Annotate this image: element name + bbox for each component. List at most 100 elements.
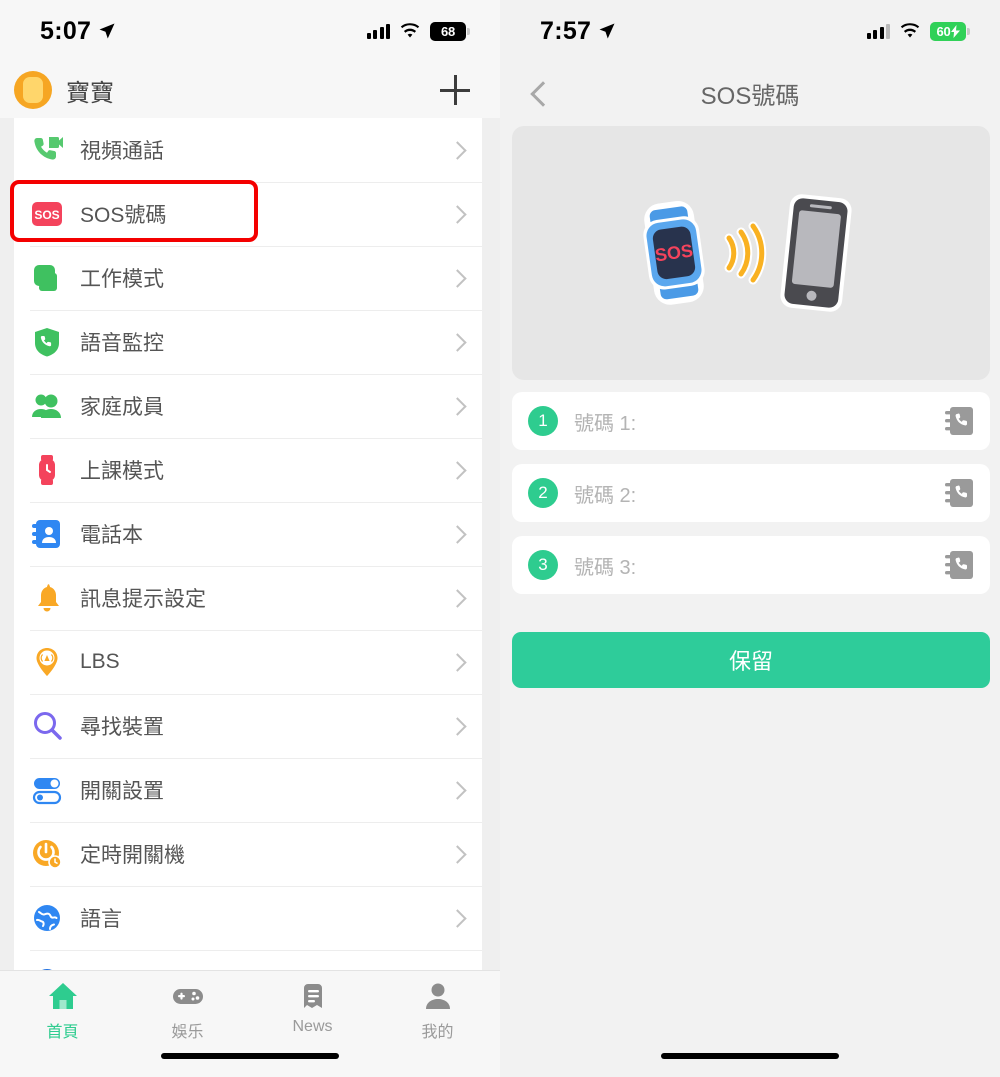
right-phone-screen: 7:57 60 SOS號碼 SOS 1 號碼 1: 2 號碼 2: 3 號碼 3… bbox=[500, 0, 1000, 1077]
class-mode-icon bbox=[30, 453, 64, 487]
menu-item-label: 電話本 bbox=[80, 524, 143, 547]
menu-item-label: 工作模式 bbox=[80, 268, 164, 291]
cellular-signal-icon bbox=[866, 23, 890, 39]
tab-entertainment[interactable]: 娛乐 bbox=[125, 981, 250, 1042]
menu-item-language[interactable]: 語言 bbox=[14, 886, 482, 950]
status-left: 7:57 bbox=[540, 17, 616, 46]
home-icon bbox=[47, 981, 79, 1011]
location-arrow-icon bbox=[99, 23, 115, 39]
menu-item-label: 開關設置 bbox=[80, 780, 164, 803]
menu-item-lbs[interactable]: LBS bbox=[14, 630, 482, 694]
number-placeholder: 號碼 2: bbox=[574, 484, 637, 507]
tab-label: 我的 bbox=[421, 1024, 454, 1041]
chevron-right-icon bbox=[448, 588, 467, 608]
home-indicator bbox=[161, 1053, 339, 1059]
chevron-right-icon bbox=[448, 268, 467, 288]
status-right: 60 bbox=[866, 21, 970, 41]
news-icon bbox=[297, 981, 329, 1011]
switch-settings-icon bbox=[30, 773, 64, 807]
number-placeholder: 號碼 1: bbox=[574, 412, 637, 435]
contact-picker-icon[interactable] bbox=[942, 404, 976, 438]
number-placeholder: 號碼 3: bbox=[574, 556, 637, 579]
menu-item-label: 視頻通話 bbox=[80, 140, 164, 163]
menu-list: 視頻通話 SOS SOS號碼 工作模式 語音監控 家庭成員 上課模式 電話本 訊… bbox=[14, 118, 482, 970]
menu-item-label: 語音監控 bbox=[80, 332, 164, 355]
menu-item-switch-settings[interactable]: 開關設置 bbox=[14, 758, 482, 822]
menu-item-video-call[interactable]: 視頻通話 bbox=[14, 118, 482, 182]
gamepad-icon bbox=[172, 981, 204, 1011]
menu-item-scheduled-power[interactable]: 定時開關機 bbox=[14, 822, 482, 886]
sos-number-row-3[interactable]: 3 號碼 3: bbox=[512, 536, 990, 594]
status-time: 5:07 bbox=[40, 16, 92, 45]
battery-level: 60 bbox=[936, 23, 951, 39]
chevron-right-icon bbox=[448, 652, 467, 672]
number-badge: 3 bbox=[528, 550, 558, 580]
battery-indicator: 60 bbox=[930, 21, 970, 41]
menu-item-find-device[interactable]: 尋找裝置 bbox=[14, 694, 482, 758]
watch-phone-illustration: SOS bbox=[643, 194, 852, 312]
chevron-right-icon bbox=[448, 140, 467, 160]
menu-list-container[interactable]: 視頻通話 SOS SOS號碼 工作模式 語音監控 家庭成員 上課模式 電話本 訊… bbox=[0, 118, 500, 970]
status-left: 5:07 bbox=[40, 17, 116, 46]
tab-label: 娛乐 bbox=[171, 1024, 204, 1041]
menu-item-voice-monitor[interactable]: 語音監控 bbox=[14, 310, 482, 374]
tab-home[interactable]: 首頁 bbox=[0, 981, 125, 1042]
save-button[interactable]: 保留 bbox=[512, 632, 990, 688]
chevron-right-icon bbox=[448, 524, 467, 544]
page-title: 寶寶 bbox=[66, 79, 114, 107]
sos-icon: SOS bbox=[30, 197, 64, 231]
sos-illustration: SOS bbox=[512, 126, 990, 380]
status-right: 68 bbox=[366, 21, 470, 41]
notification-bell-icon bbox=[30, 581, 64, 615]
wifi-icon bbox=[400, 22, 420, 37]
lbs-pin-icon bbox=[30, 645, 64, 679]
menu-item-label: 尋找裝置 bbox=[80, 716, 164, 739]
right-status-bar: 7:57 60 bbox=[500, 0, 1000, 62]
contact-picker-icon[interactable] bbox=[942, 476, 976, 510]
menu-item-notification-settings[interactable]: 訊息提示設定 bbox=[14, 566, 482, 630]
back-button[interactable] bbox=[522, 76, 556, 110]
home-indicator bbox=[661, 1053, 839, 1059]
number-badge: 1 bbox=[528, 406, 558, 436]
wifi-icon bbox=[900, 22, 920, 37]
left-status-bar: 5:07 68 bbox=[0, 0, 500, 62]
tab-label: 首頁 bbox=[46, 1024, 79, 1041]
menu-item-label: 訊息提示設定 bbox=[80, 588, 206, 611]
avatar[interactable] bbox=[14, 71, 52, 109]
phonebook-icon bbox=[30, 517, 64, 551]
chevron-right-icon bbox=[448, 780, 467, 800]
video-call-icon bbox=[30, 133, 64, 167]
status-time: 7:57 bbox=[540, 16, 592, 45]
menu-item-label: LBS bbox=[80, 650, 120, 673]
contact-picker-icon[interactable] bbox=[942, 548, 976, 582]
charging-bolt-icon bbox=[950, 24, 960, 38]
menu-item-sos[interactable]: SOS SOS號碼 bbox=[14, 182, 482, 246]
menu-item-family-members[interactable]: 家庭成員 bbox=[14, 374, 482, 438]
dual-screenshot: 5:07 68 寶寶 視頻通話 SOS SOS號碼 工作模式 語音監控 家庭成員… bbox=[0, 0, 1000, 1077]
left-phone-screen: 5:07 68 寶寶 視頻通話 SOS SOS號碼 工作模式 語音監控 家庭成員… bbox=[0, 0, 500, 1077]
language-globe-icon bbox=[30, 901, 64, 935]
menu-item-label: 定時開關機 bbox=[80, 844, 185, 867]
chevron-right-icon bbox=[448, 396, 467, 416]
menu-item-work-mode[interactable]: 工作模式 bbox=[14, 246, 482, 310]
work-mode-icon bbox=[30, 261, 64, 295]
find-device-icon bbox=[30, 709, 64, 743]
scheduled-power-icon bbox=[30, 837, 64, 871]
tab-profile[interactable]: 我的 bbox=[375, 981, 500, 1042]
add-device-button[interactable] bbox=[438, 73, 472, 107]
tab-label: News bbox=[292, 1018, 333, 1035]
menu-item-partial-cutoff[interactable] bbox=[14, 950, 482, 970]
tab-news[interactable]: News bbox=[250, 981, 375, 1036]
menu-item-label: 上課模式 bbox=[80, 460, 164, 483]
chevron-right-icon bbox=[448, 908, 467, 928]
menu-item-phonebook[interactable]: 電話本 bbox=[14, 502, 482, 566]
chevron-right-icon bbox=[448, 204, 467, 224]
battery-indicator: 68 bbox=[430, 21, 470, 41]
app-header: 寶寶 bbox=[0, 62, 500, 118]
menu-item-class-mode[interactable]: 上課模式 bbox=[14, 438, 482, 502]
menu-item-label: SOS號碼 bbox=[80, 204, 167, 227]
family-members-icon bbox=[30, 389, 64, 423]
sos-number-row-2[interactable]: 2 號碼 2: bbox=[512, 464, 990, 522]
chevron-right-icon bbox=[448, 844, 467, 864]
sos-number-row-1[interactable]: 1 號碼 1: bbox=[512, 392, 990, 450]
